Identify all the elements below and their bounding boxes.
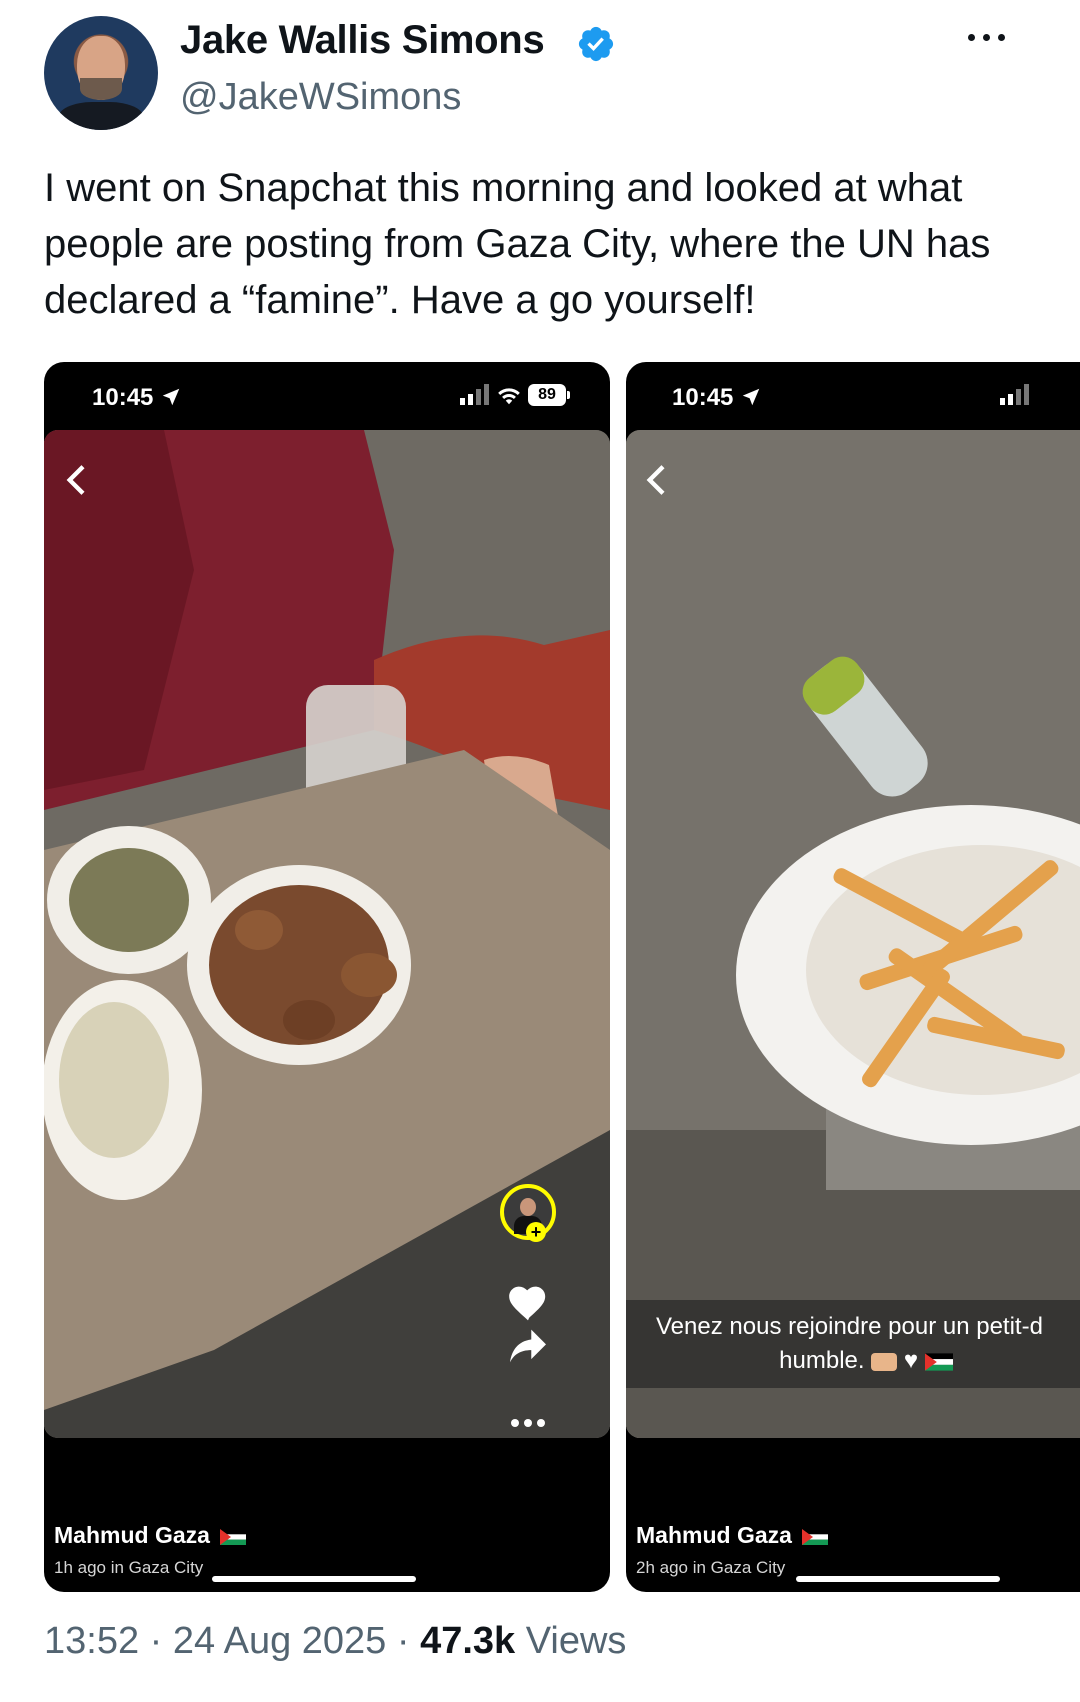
heart-icon[interactable] xyxy=(508,1286,548,1322)
separator-dot: · xyxy=(149,1620,163,1662)
fries-photo: Venez nous rejoindre pour un petit-d hum… xyxy=(626,430,1080,1438)
snap-timestamp: 2h ago in Gaza City xyxy=(636,1558,786,1577)
location-arrow-icon xyxy=(742,388,760,406)
palestine-flag-icon xyxy=(220,1528,247,1545)
home-indicator xyxy=(796,1576,1000,1582)
separator-dot: · xyxy=(396,1620,410,1662)
back-icon[interactable] xyxy=(58,460,98,500)
snap-author[interactable]: Mahmud Gaza xyxy=(54,1522,247,1549)
wifi-icon xyxy=(498,388,520,405)
author-name[interactable]: Jake Wallis Simons xyxy=(180,18,545,63)
media-image-2[interactable]: 10:45 Venez nous rejoindre pour un petit… xyxy=(626,362,1080,1592)
verified-badge-icon xyxy=(578,26,614,62)
tweet-meta: 13:52 · 24 Aug 2025 · 47.3k Views xyxy=(44,1620,626,1663)
palestine-flag-icon xyxy=(802,1528,829,1545)
white-heart-emoji-icon: ♥ xyxy=(903,1347,919,1374)
add-friend-icon[interactable]: + xyxy=(500,1184,556,1242)
author-handle[interactable]: @JakeWSimons xyxy=(180,76,461,119)
snap-timestamp: 1h ago in Gaza City xyxy=(54,1558,204,1577)
palestine-flag-icon xyxy=(924,1353,953,1371)
signal-icon xyxy=(1000,384,1029,405)
food-photo: + xyxy=(44,430,610,1438)
author-avatar[interactable] xyxy=(44,16,158,130)
media-grid[interactable]: 10:45 89 + Mahmud Gaza 1h ago in Gaza Ci… xyxy=(44,362,1080,1592)
views-label: Views xyxy=(525,1620,627,1662)
status-time: 10:45 xyxy=(672,384,762,412)
more-dots-icon[interactable] xyxy=(510,1418,546,1428)
snap-caption: Venez nous rejoindre pour un petit-d hum… xyxy=(626,1300,1080,1388)
media-image-1[interactable]: 10:45 89 + Mahmud Gaza 1h ago in Gaza Ci… xyxy=(44,362,610,1592)
tweet-date[interactable]: 24 Aug 2025 xyxy=(173,1620,386,1662)
home-indicator xyxy=(212,1576,416,1582)
tweet-time[interactable]: 13:52 xyxy=(44,1620,139,1662)
more-options-icon[interactable] xyxy=(964,22,1014,52)
status-time: 10:45 xyxy=(92,384,182,412)
status-icons: 89 xyxy=(460,384,572,408)
snap-author[interactable]: Mahmud Gaza xyxy=(636,1522,829,1549)
views-count[interactable]: 47.3k xyxy=(420,1620,515,1662)
signal-icon xyxy=(460,384,489,405)
share-icon[interactable] xyxy=(508,1328,548,1364)
tweet-text: I went on Snapchat this morning and look… xyxy=(44,166,991,322)
heart-hands-emoji-icon xyxy=(871,1352,898,1371)
location-arrow-icon xyxy=(162,388,180,406)
battery-icon: 89 xyxy=(528,384,566,406)
back-icon[interactable] xyxy=(638,460,678,500)
